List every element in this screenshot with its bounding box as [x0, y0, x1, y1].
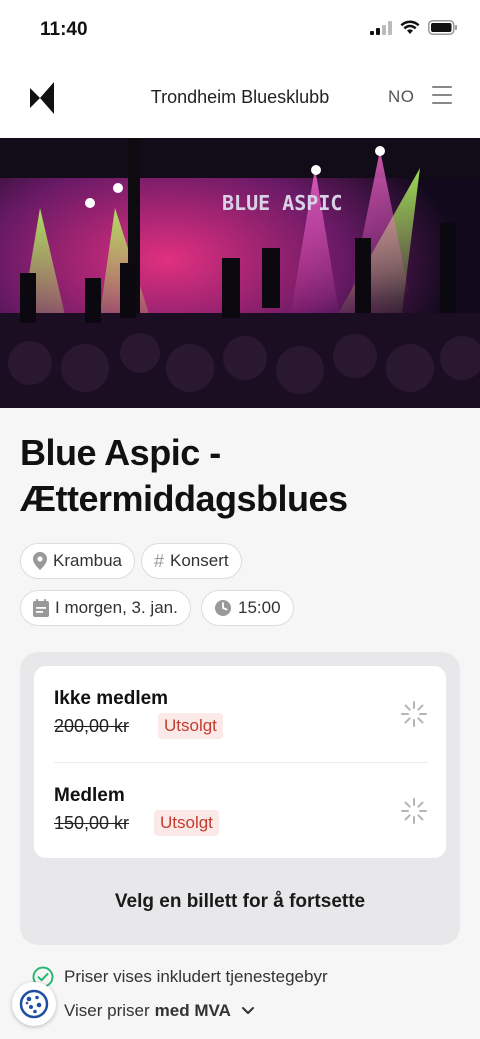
event-hero-image: BLUE ASPIC	[0, 138, 480, 408]
time-chip: 15:00	[201, 590, 294, 626]
continue-button[interactable]: Velg en billett for å fortsette	[20, 874, 460, 930]
venue-label: Krambua	[53, 551, 122, 570]
language-switch[interactable]: NO	[388, 87, 415, 107]
vat-toggle[interactable]: Viser priser med MVA	[32, 1001, 255, 1021]
sold-out-badge: Utsolgt	[158, 713, 223, 739]
service-fee-text: Priser vises inkludert tjenestegebyr	[64, 967, 328, 986]
hamburger-menu-icon[interactable]	[432, 86, 452, 106]
category-label: Konsert	[170, 551, 229, 570]
loading-spinner-icon	[401, 798, 427, 824]
hero-sign-text: BLUE ASPIC	[222, 191, 342, 215]
service-fee-note: Priser vises inkludert tjenestegebyr	[32, 966, 328, 988]
ticket-price: 200,00 kr	[54, 716, 130, 736]
status-time: 11:40	[40, 19, 88, 40]
vat-prefix: Viser priser	[64, 1001, 150, 1020]
ticket-list: Ikke medlem 200,00 kr Utsolgt Medlem 150…	[34, 666, 446, 858]
location-pin-icon	[33, 552, 47, 570]
ticket-name: Ikke medlem	[54, 688, 169, 709]
ticket-row-member[interactable]: Medlem 150,00 kr Utsolgt	[54, 763, 428, 859]
ticket-price: 150,00 kr	[54, 813, 130, 833]
signal-icon	[370, 20, 392, 35]
hashtag-icon: #	[154, 550, 165, 571]
event-title-line2: Ættermiddagsblues	[20, 478, 348, 519]
loading-spinner-icon	[401, 701, 427, 727]
venue-chip[interactable]: Krambua	[20, 543, 135, 579]
time-label: 15:00	[238, 598, 281, 617]
status-icons	[370, 20, 458, 35]
sold-out-badge: Utsolgt	[154, 810, 219, 836]
status-bar: 11:40	[0, 0, 480, 58]
cookie-settings-button[interactable]	[12, 982, 56, 1026]
date-chip: I morgen, 3. jan.	[20, 590, 191, 626]
vat-value: med MVA	[154, 1001, 231, 1020]
ticket-row-non-member[interactable]: Ikke medlem 200,00 kr Utsolgt	[54, 666, 428, 762]
category-chip[interactable]: # Konsert	[141, 543, 242, 579]
battery-icon	[428, 20, 457, 35]
chevron-down-icon	[241, 1007, 254, 1014]
calendar-icon	[33, 599, 49, 617]
event-title: Blue Aspic - Ættermiddagsblues	[20, 430, 460, 522]
ticket-name: Medlem	[54, 785, 125, 806]
cookie-icon	[19, 989, 49, 1019]
wifi-icon	[400, 20, 420, 34]
ticket-panel: Ikke medlem 200,00 kr Utsolgt Medlem 150…	[20, 652, 460, 945]
top-navbar: Trondheim Bluesklubb NO	[0, 58, 480, 138]
clock-icon	[215, 600, 231, 616]
event-title-line1: Blue Aspic -	[20, 432, 221, 473]
date-label: I morgen, 3. jan.	[55, 598, 178, 617]
